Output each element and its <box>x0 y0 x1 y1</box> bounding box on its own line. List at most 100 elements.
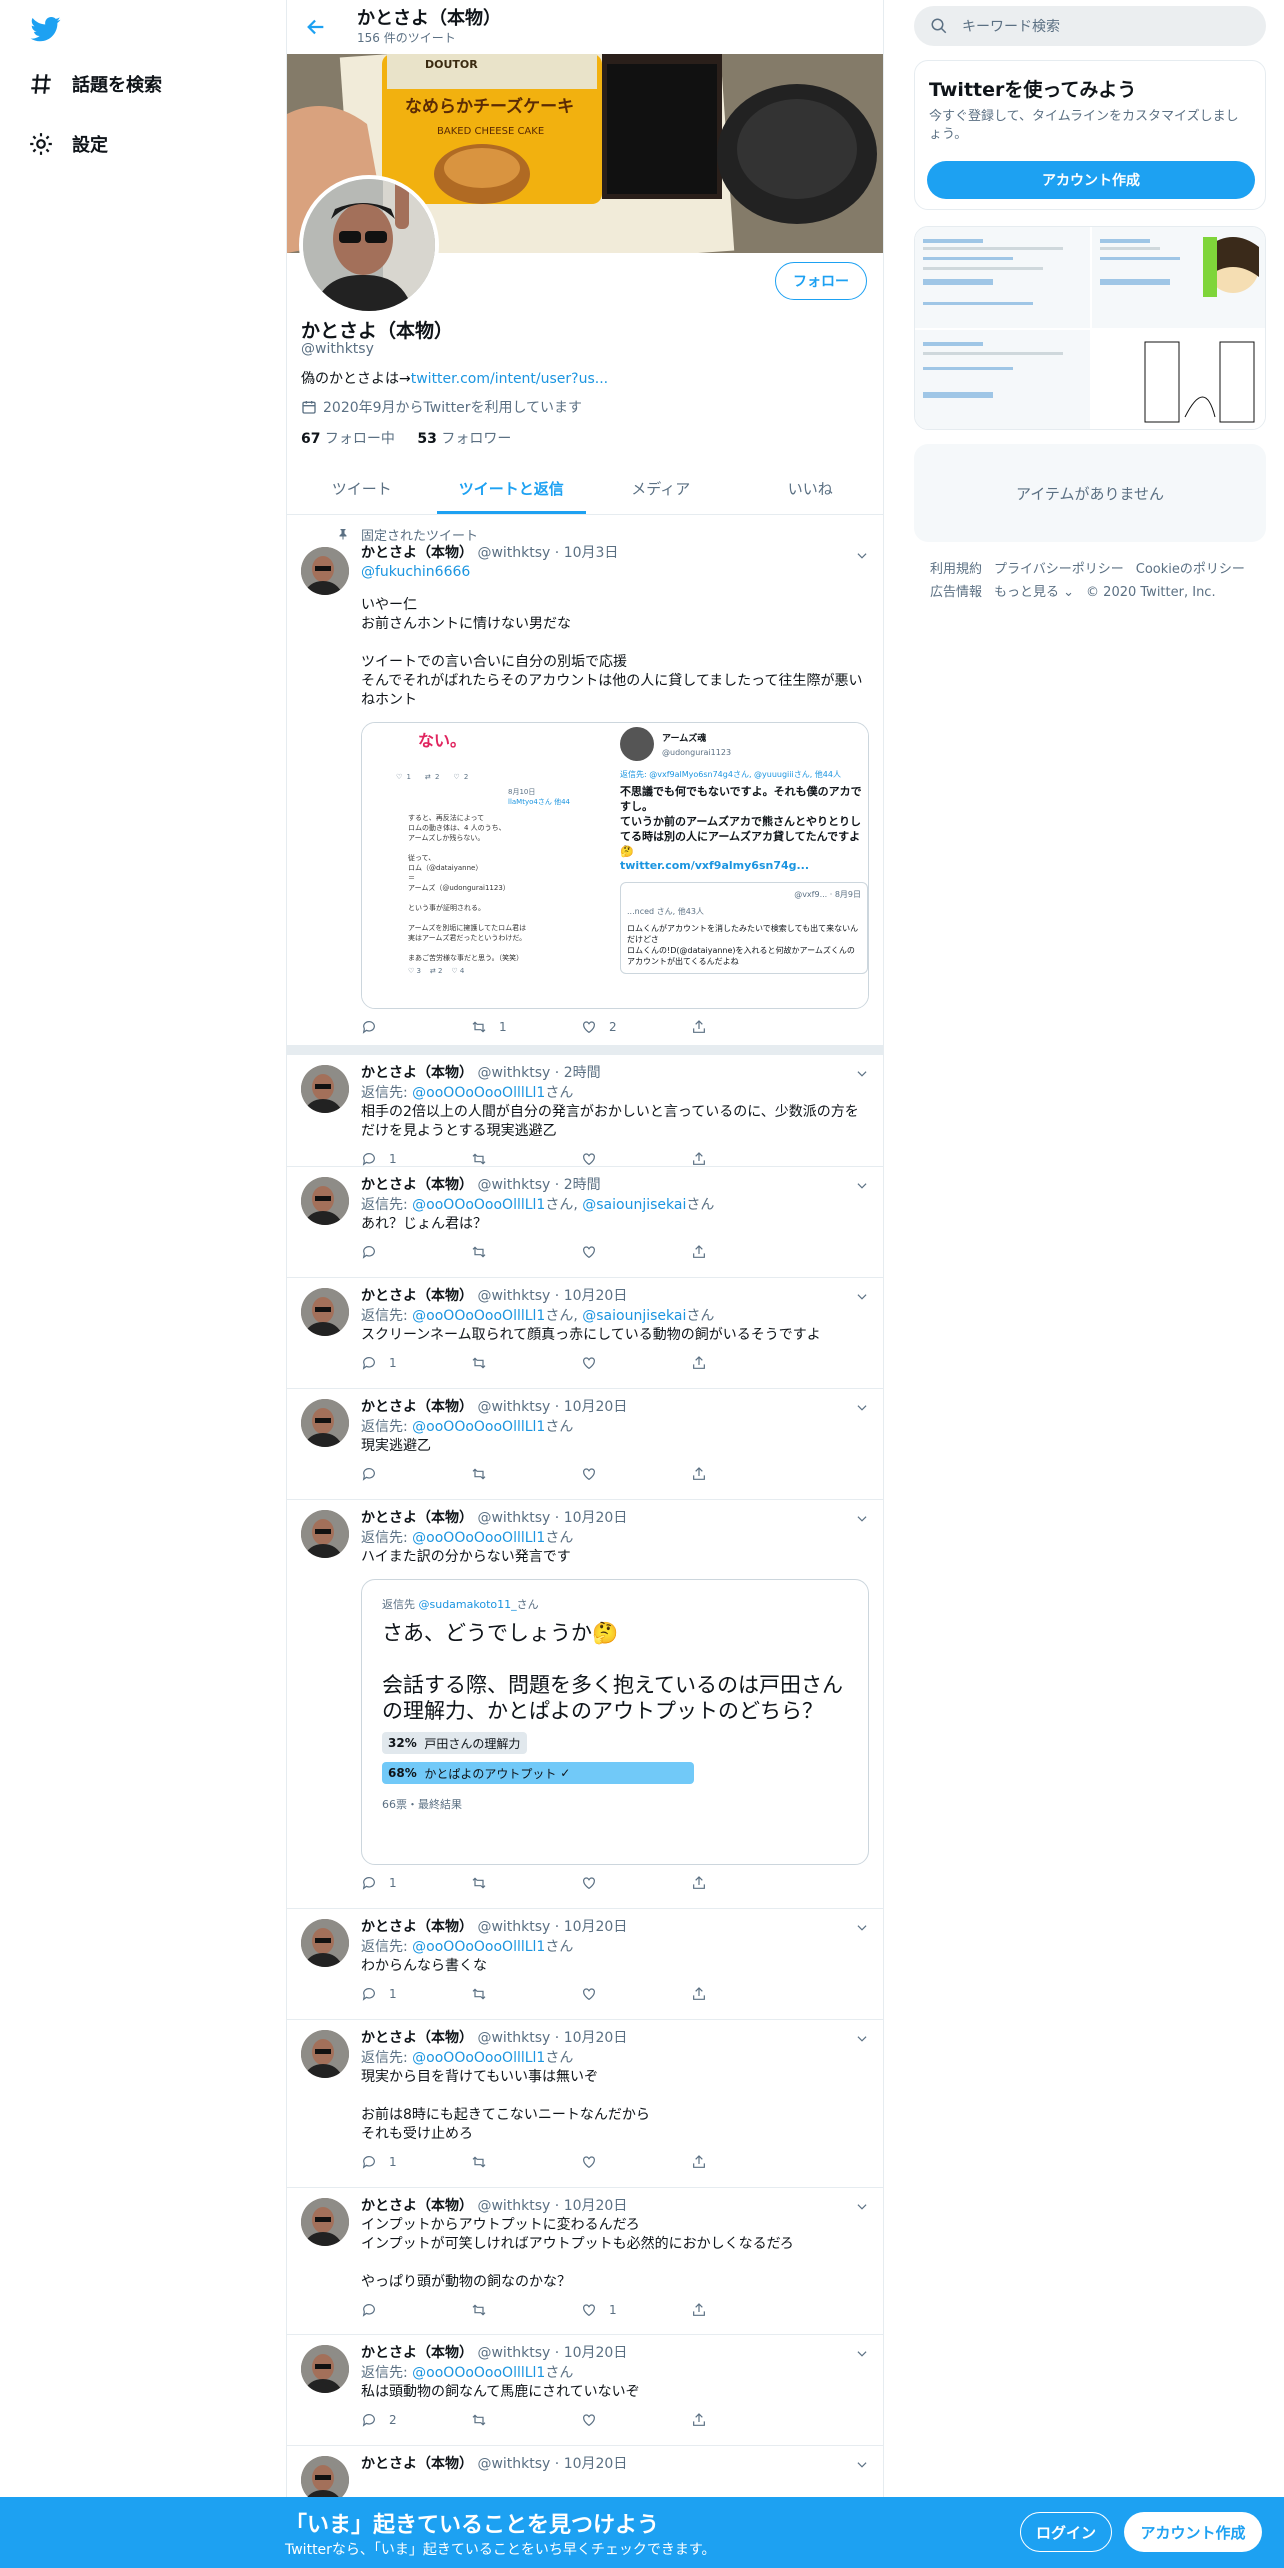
tweet-time[interactable]: 10月20日 <box>564 1399 628 1415</box>
nav-settings[interactable]: 設定 <box>28 124 108 164</box>
like-button[interactable] <box>581 1466 681 1482</box>
retweet-button[interactable] <box>471 1875 571 1891</box>
tweet-time[interactable]: 10月20日 <box>564 1288 628 1304</box>
reply-button[interactable]: 1 <box>361 1986 461 2002</box>
reply-button[interactable] <box>361 1466 461 1482</box>
chevron-down-icon[interactable] <box>855 1290 869 1304</box>
follow-button[interactable]: フォロー <box>775 262 867 300</box>
tweet-author[interactable]: かとさよ（本物） <box>361 1399 473 1415</box>
profile-bio-link[interactable]: twitter.com/intent/user?us... <box>411 371 608 387</box>
like-button[interactable] <box>581 1986 681 2002</box>
tab-media[interactable]: メディア <box>586 462 736 514</box>
reply-button[interactable]: 1 <box>361 1875 461 1891</box>
retweet-button[interactable] <box>471 1355 571 1371</box>
tweet-media[interactable]: ない。 ♡ 1 ⇄ 2 ♡ 2 8月10日 llaMtyo4さん 他44 すると… <box>361 722 869 1009</box>
like-button[interactable] <box>581 2412 681 2428</box>
reply-button[interactable]: 2 <box>361 2412 461 2428</box>
back-arrow-icon[interactable] <box>305 16 327 38</box>
like-button[interactable] <box>581 1355 681 1371</box>
reply-button[interactable] <box>361 1019 461 1035</box>
avatar[interactable] <box>301 547 349 595</box>
tweet[interactable]: かとさよ（本物） @withktsy · 2時間 返信先: @ooOOoOooO… <box>287 1055 883 1167</box>
tweet-author[interactable]: かとさよ（本物） <box>361 545 473 561</box>
like-button[interactable] <box>581 2154 681 2170</box>
media-thumbnails[interactable] <box>914 226 1266 430</box>
tweet-time[interactable]: 2時間 <box>564 1177 601 1193</box>
share-button[interactable] <box>691 1244 791 1260</box>
tweet[interactable]: かとさよ（本物） @withktsy · 10月20日 返信先: @ooOOoO… <box>287 1389 883 1500</box>
chevron-down-icon[interactable] <box>855 549 869 563</box>
avatar[interactable] <box>301 2030 349 2078</box>
tweet[interactable]: かとさよ（本物） @withktsy · 10月20日 返信先: @ooOOoO… <box>287 1278 883 1389</box>
tweet[interactable]: かとさよ（本物） @withktsy · 10月20日 返信先: @ooOOoO… <box>287 2020 883 2188</box>
tweet[interactable]: かとさよ（本物） @withktsy · 10月20日 インプットからアウトプッ… <box>287 2188 883 2335</box>
share-button[interactable] <box>691 1875 791 1891</box>
like-button[interactable]: 2 <box>581 1019 681 1035</box>
reply-button[interactable] <box>361 1244 461 1260</box>
footer-cookie[interactable]: Cookieのポリシー <box>1136 562 1245 577</box>
avatar[interactable] <box>301 1288 349 1336</box>
tweet[interactable]: かとさよ（本物） @withktsy · 10月20日 返信先: @ooOOoO… <box>287 1909 883 2020</box>
share-button[interactable] <box>691 1151 791 1167</box>
reply-to-link[interactable]: @ooOOoOooOlllLl1 <box>412 1419 545 1435</box>
tweet-time[interactable]: 10月20日 <box>564 2198 628 2214</box>
tweet-author[interactable]: かとさよ（本物） <box>361 1065 473 1081</box>
retweet-button[interactable] <box>471 1466 571 1482</box>
reply-to-link[interactable]: @ooOOoOooOlllLl1 <box>412 1530 545 1546</box>
tweet-time[interactable]: 10月20日 <box>564 2345 628 2361</box>
signup-button[interactable]: アカウント作成 <box>1124 2512 1262 2552</box>
tweet-author[interactable]: かとさよ（本物） <box>361 2030 473 2046</box>
tab-tweets-and-replies[interactable]: ツイートと返信 <box>436 462 587 514</box>
retweet-button[interactable] <box>471 1986 571 2002</box>
tweet-author[interactable]: かとさよ（本物） <box>361 1919 473 1935</box>
chevron-down-icon[interactable] <box>855 1067 869 1081</box>
like-button[interactable] <box>581 1151 681 1167</box>
chevron-down-icon[interactable] <box>855 2032 869 2046</box>
retweet-button[interactable] <box>471 2302 571 2318</box>
chevron-down-icon[interactable] <box>855 1179 869 1193</box>
avatar[interactable] <box>301 1399 349 1447</box>
avatar[interactable] <box>301 1919 349 1967</box>
search-input[interactable]: キーワード検索 <box>914 6 1266 46</box>
reply-to-link[interactable]: @ooOOoOooOlllLl1 <box>412 2050 545 2066</box>
tab-likes[interactable]: いいね <box>736 462 884 514</box>
like-button[interactable] <box>581 1875 681 1891</box>
followers-link[interactable]: 53 フォロワー <box>417 431 511 447</box>
retweet-button[interactable] <box>471 1151 571 1167</box>
chevron-down-icon[interactable] <box>855 2200 869 2214</box>
reply-to-link[interactable]: @ooOOoOooOlllLl1 <box>412 1308 545 1324</box>
chevron-down-icon[interactable] <box>855 2458 869 2472</box>
like-button[interactable]: 1 <box>581 2302 681 2318</box>
tweet-author[interactable]: かとさよ（本物） <box>361 1288 473 1304</box>
avatar[interactable] <box>301 1177 349 1225</box>
reply-to-link[interactable]: @ooOOoOooOlllLl1 <box>412 2365 545 2381</box>
tweet-time[interactable]: 10月20日 <box>564 1510 628 1526</box>
avatar[interactable] <box>301 1065 349 1113</box>
reply-button[interactable]: 1 <box>361 1151 461 1167</box>
tweet-author[interactable]: かとさよ（本物） <box>361 2198 473 2214</box>
twitter-logo-icon[interactable] <box>28 14 64 44</box>
like-button[interactable] <box>581 1244 681 1260</box>
share-button[interactable] <box>691 1019 791 1035</box>
tweet-time[interactable]: 10月3日 <box>564 545 619 561</box>
tweet-author[interactable]: かとさよ（本物） <box>361 1510 473 1526</box>
footer-terms[interactable]: 利用規約 <box>930 562 982 577</box>
tweet-author[interactable]: かとさよ（本物） <box>361 2456 473 2472</box>
avatar[interactable] <box>301 2198 349 2246</box>
tab-tweets[interactable]: ツイート <box>287 462 437 514</box>
share-button[interactable] <box>691 1355 791 1371</box>
following-link[interactable]: 67 フォロー中 <box>301 431 395 447</box>
retweet-button[interactable] <box>471 2154 571 2170</box>
nav-explore[interactable]: 話題を検索 <box>28 64 162 104</box>
tweet-pinned[interactable]: 固定されたツイート かとさよ（本物） @withktsy · 10月3日 @fu… <box>287 515 883 1045</box>
retweet-button[interactable] <box>471 2412 571 2428</box>
tweet-time[interactable]: 10月20日 <box>564 2030 628 2046</box>
tweet-time[interactable]: 10月20日 <box>564 1919 628 1935</box>
reply-to-link[interactable]: @ooOOoOooOlllLl1 <box>412 1939 545 1955</box>
share-button[interactable] <box>691 2412 791 2428</box>
reply-to-link[interactable]: @ooOOoOooOlllLl1 <box>412 1197 545 1213</box>
share-button[interactable] <box>691 2154 791 2170</box>
reply-to-link[interactable]: @ooOOoOooOlllLl1 <box>412 1085 545 1101</box>
chevron-down-icon[interactable] <box>855 2347 869 2361</box>
reply-button[interactable]: 1 <box>361 2154 461 2170</box>
